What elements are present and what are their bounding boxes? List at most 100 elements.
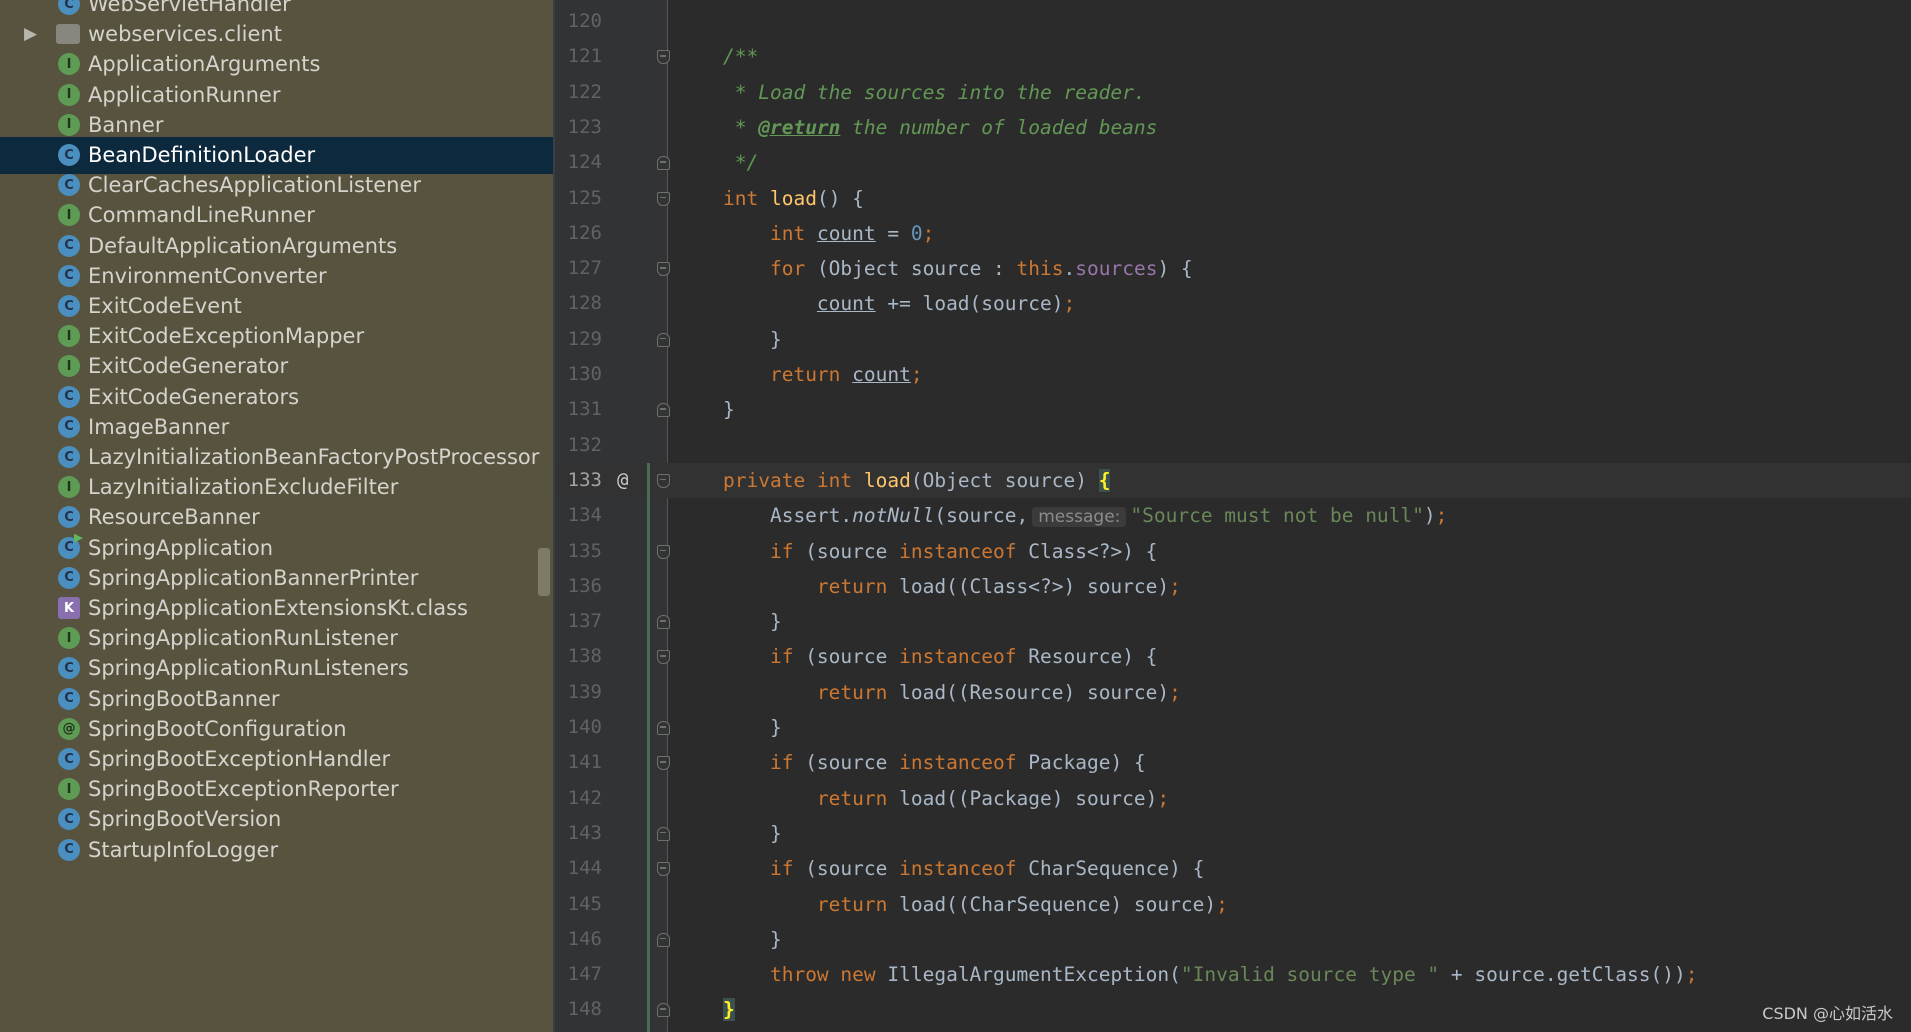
line-number[interactable]: 123 [555,110,602,145]
sidebar-scrollbar-thumb[interactable] [538,548,550,596]
code-line[interactable]: 124 */ [555,145,1911,180]
fold-toggle-icon[interactable] [657,826,670,841]
code-line[interactable]: 134 Assert.notNull(source, message: "Sourc… [555,498,1911,533]
line-number[interactable]: 140 [555,710,602,745]
line-number[interactable]: 121 [555,39,602,74]
code-text[interactable]: */ [723,145,759,180]
code-text[interactable]: if (source instanceof Resource) { [723,639,1157,674]
fold-toggle-icon[interactable] [657,650,670,665]
code-line[interactable]: 135 if (source instanceof Class<?>) { [555,534,1911,569]
line-number[interactable]: 138 [555,639,602,674]
code-line[interactable]: 129 } [555,322,1911,357]
line-number[interactable]: 143 [555,816,602,851]
fold-toggle-icon[interactable] [657,403,670,418]
code-text[interactable]: return load((Package) source); [723,781,1169,816]
code-text[interactable]: return load((CharSequence) source); [723,887,1228,922]
project-tree[interactable]: C WebServletHandler ▶ webservices.client I Ap… [0,0,553,1032]
line-number[interactable]: 146 [555,922,602,957]
code-line[interactable]: 131} [555,392,1911,427]
line-number[interactable]: 148 [555,992,602,1027]
expand-arrow-icon[interactable]: ▶ [24,24,37,44]
code-text[interactable]: } [723,322,782,357]
fold-toggle-icon[interactable] [657,332,670,347]
code-line[interactable]: 145 return load((CharSequence) source); [555,887,1911,922]
code-text[interactable]: Assert.notNull(source, message: "Source mu… [723,498,1447,535]
fold-toggle-icon[interactable] [657,156,670,171]
code-line[interactable]: 146 } [555,922,1911,957]
code-line[interactable]: 125 int load() { [555,181,1911,216]
fold-toggle-icon[interactable] [657,544,670,559]
code-line[interactable]: 139 return load((Resource) source); [555,675,1911,710]
code-text[interactable]: return load((Resource) source); [723,675,1181,710]
line-number[interactable]: 130 [555,357,602,392]
line-number[interactable]: 128 [555,286,602,321]
line-number[interactable]: 135 [555,534,602,569]
fold-toggle-icon[interactable] [657,721,670,735]
code-text[interactable]: int load() { [723,181,864,216]
line-number[interactable]: 139 [555,675,602,710]
line-number[interactable]: 122 [555,75,602,110]
code-line[interactable]: 147 throw new IllegalArgumentException("… [555,957,1911,992]
code-text[interactable]: } [723,392,735,427]
code-line[interactable]: 132 [555,428,1911,463]
code-text[interactable]: for (Object source : this.sources) { [723,251,1193,286]
code-line[interactable]: 138 if (source instanceof Resource) { [555,639,1911,674]
fold-toggle-icon[interactable] [657,932,670,947]
line-number[interactable]: 124 [555,145,602,180]
line-number[interactable]: 137 [555,604,602,639]
code-line[interactable]: 120 [555,4,1911,39]
code-line[interactable]: 141 if (source instanceof Package) { [555,745,1911,780]
vcs-change-marker[interactable] [647,462,650,1032]
line-number[interactable]: 132 [555,428,602,463]
code-line[interactable]: 127 for (Object source : this.sources) { [555,251,1911,286]
code-text[interactable]: } [723,816,782,851]
implements-marker-icon[interactable]: @ [617,463,628,498]
code-line[interactable]: 121 /** [555,39,1911,74]
code-text[interactable]: private int load(Object source) { [723,463,1111,498]
fold-toggle-icon[interactable] [657,862,670,877]
code-line[interactable]: 126 int count = 0; [555,216,1911,251]
code-text[interactable]: * Load the sources into the reader. [723,75,1146,110]
code-text[interactable]: if (source instanceof Package) { [723,745,1146,780]
code-text[interactable]: } [723,992,735,1027]
code-line[interactable]: 144 if (source instanceof CharSequence) … [555,851,1911,886]
line-number[interactable]: 125 [555,181,602,216]
line-number[interactable]: 133 [555,463,602,498]
code-line[interactable]: 140 } [555,710,1911,745]
fold-toggle-icon[interactable] [657,262,670,277]
code-text[interactable]: } [723,710,782,745]
line-number[interactable]: 134 [555,498,602,533]
line-number[interactable]: 142 [555,781,602,816]
fold-toggle-icon[interactable] [657,473,670,488]
line-number[interactable]: 131 [555,392,602,427]
code-line[interactable]: 133 @ private int load(Object source) { [555,462,1911,498]
code-text[interactable]: int count = 0; [723,216,934,251]
fold-toggle-icon[interactable] [657,1003,670,1018]
fold-toggle-icon[interactable] [657,191,670,206]
code-text[interactable]: } [723,922,782,957]
code-text[interactable]: return load((Class<?>) source); [723,569,1181,604]
code-line[interactable]: 148} [555,992,1911,1027]
code-line[interactable]: 143 } [555,816,1911,851]
code-text[interactable]: /** [723,39,758,74]
code-line[interactable]: 142 return load((Package) source); [555,781,1911,816]
code-line[interactable]: 123 * @return the number of loaded beans [555,110,1911,145]
fold-toggle-icon[interactable] [657,756,670,771]
code-line[interactable]: 137 } [555,604,1911,639]
fold-toggle-icon[interactable] [657,50,670,65]
code-text[interactable]: } [723,604,782,639]
line-number[interactable]: 141 [555,745,602,780]
code-line[interactable]: 128 count += load(source); [555,286,1911,321]
code-text[interactable]: throw new IllegalArgumentException("Inva… [723,957,1698,992]
line-number[interactable]: 136 [555,569,602,604]
tree-item[interactable]: C StartupInfoLogger [0,831,553,868]
code-text[interactable]: if (source instanceof CharSequence) { [723,851,1204,886]
code-text[interactable]: * @return the number of loaded beans [723,110,1158,145]
line-number[interactable]: 129 [555,322,602,357]
line-number[interactable]: 145 [555,887,602,922]
line-number[interactable]: 120 [555,4,602,39]
code-line[interactable]: 122 * Load the sources into the reader. [555,75,1911,110]
code-text[interactable]: return count; [723,357,923,392]
code-line[interactable]: 136 return load((Class<?>) source); [555,569,1911,604]
fold-toggle-icon[interactable] [657,615,670,630]
